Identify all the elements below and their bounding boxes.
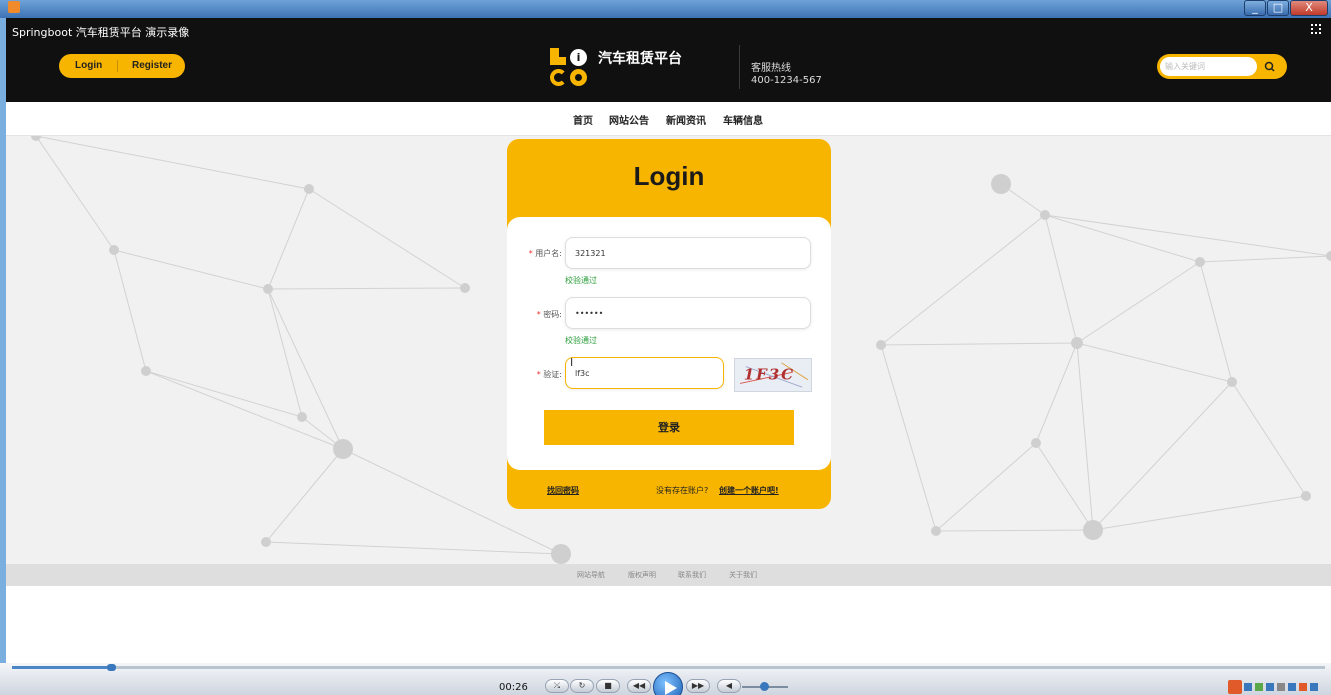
login-section: Login 用户名: 校验通过 密码: 校验通过 验证: I 1F3C 登录 bbox=[6, 136, 1331, 564]
minimize-button[interactable]: _ bbox=[1244, 0, 1266, 16]
nav-news[interactable]: 新闻资讯 bbox=[666, 112, 706, 127]
fullscreen-icon[interactable] bbox=[1311, 24, 1321, 34]
forward-icon[interactable]: ▶▶ bbox=[686, 679, 710, 693]
password-input[interactable] bbox=[565, 297, 811, 329]
shuffle-icon[interactable]: ⤯ bbox=[545, 679, 569, 693]
nav-announcements[interactable]: 网站公告 bbox=[609, 112, 649, 127]
hotline-number: 400-1234-567 bbox=[751, 75, 822, 86]
captcha-text: 1F3C bbox=[744, 366, 795, 384]
system-tray-icons bbox=[1228, 680, 1318, 694]
captcha-label: 验证: bbox=[517, 369, 562, 380]
volume-knob[interactable] bbox=[760, 682, 769, 691]
footer-link-about[interactable]: 关于我们 bbox=[729, 570, 757, 580]
site-footer: 网站导航 版权声明 联系我们 关于我们 bbox=[6, 564, 1331, 586]
search-input[interactable] bbox=[1160, 57, 1257, 76]
search-icon[interactable] bbox=[1261, 58, 1279, 75]
username-input[interactable] bbox=[565, 237, 811, 269]
auth-buttons: Login Register bbox=[59, 54, 185, 78]
maximize-button[interactable]: □ bbox=[1267, 0, 1289, 16]
password-status: 校验通过 bbox=[565, 336, 597, 345]
app-icon bbox=[8, 1, 20, 13]
register-link[interactable]: Register bbox=[132, 60, 172, 71]
footer-link-contact[interactable]: 联系我们 bbox=[678, 570, 706, 580]
progress-bar[interactable] bbox=[12, 664, 1325, 671]
repeat-icon[interactable]: ↻ bbox=[570, 679, 594, 693]
video-frame: Springboot 汽车租赁平台 演示录像 Login Register i … bbox=[6, 18, 1331, 663]
forgot-password-link[interactable]: 找回密码 bbox=[547, 485, 579, 496]
login-submit-button[interactable]: 登录 bbox=[544, 410, 794, 445]
password-label: 密码: bbox=[517, 309, 562, 320]
player-controls: 00:26 ⤯ ↻ ■ ◀◀ ▶▶ ◀ bbox=[0, 663, 1331, 695]
text-cursor-icon: I bbox=[570, 356, 574, 369]
close-button[interactable]: X bbox=[1290, 0, 1328, 16]
login-title: Login bbox=[633, 161, 705, 191]
username-status: 校验通过 bbox=[565, 276, 597, 285]
captcha-image[interactable]: 1F3C bbox=[734, 358, 812, 392]
header-divider bbox=[739, 45, 740, 89]
rewind-icon[interactable]: ◀◀ bbox=[627, 679, 651, 693]
no-account-text: 没有存在账户? bbox=[656, 486, 709, 495]
window-titlebar: _ □ X bbox=[0, 0, 1331, 18]
search-box bbox=[1157, 54, 1287, 79]
captcha-input[interactable] bbox=[565, 357, 724, 389]
nav-vehicles[interactable]: 车辆信息 bbox=[723, 112, 763, 127]
progress-fill bbox=[12, 666, 111, 669]
footer-link-copyright[interactable]: 版权声明 bbox=[628, 570, 656, 580]
player-title: Springboot 汽车租赁平台 演示录像 bbox=[12, 26, 190, 39]
playback-time: 00:26 bbox=[499, 682, 528, 693]
hotline-label: 客服热线 bbox=[751, 63, 791, 74]
login-card: Login 用户名: 校验通过 密码: 校验通过 验证: I 1F3C 登录 bbox=[507, 139, 831, 509]
login-link[interactable]: Login bbox=[75, 60, 102, 71]
login-form: 用户名: 校验通过 密码: 校验通过 验证: I 1F3C 登录 bbox=[507, 217, 831, 470]
main-nav: 首页 网站公告 新闻资讯 车辆信息 bbox=[6, 102, 1331, 136]
site-header: Springboot 汽车租赁平台 演示录像 Login Register i … bbox=[6, 18, 1331, 102]
username-label: 用户名: bbox=[517, 248, 562, 259]
stop-icon[interactable]: ■ bbox=[596, 679, 620, 693]
play-icon[interactable] bbox=[653, 672, 683, 695]
auth-separator bbox=[117, 60, 118, 72]
volume-icon[interactable]: ◀ bbox=[717, 679, 741, 693]
nav-home[interactable]: 首页 bbox=[573, 112, 593, 127]
create-account-link[interactable]: 创建一个账户吧! bbox=[719, 485, 779, 496]
footer-link-sitemap[interactable]: 网站导航 bbox=[577, 570, 605, 580]
progress-knob[interactable] bbox=[107, 664, 116, 671]
site-logo[interactable]: i bbox=[550, 48, 594, 88]
site-name: 汽车租赁平台 bbox=[598, 51, 682, 67]
